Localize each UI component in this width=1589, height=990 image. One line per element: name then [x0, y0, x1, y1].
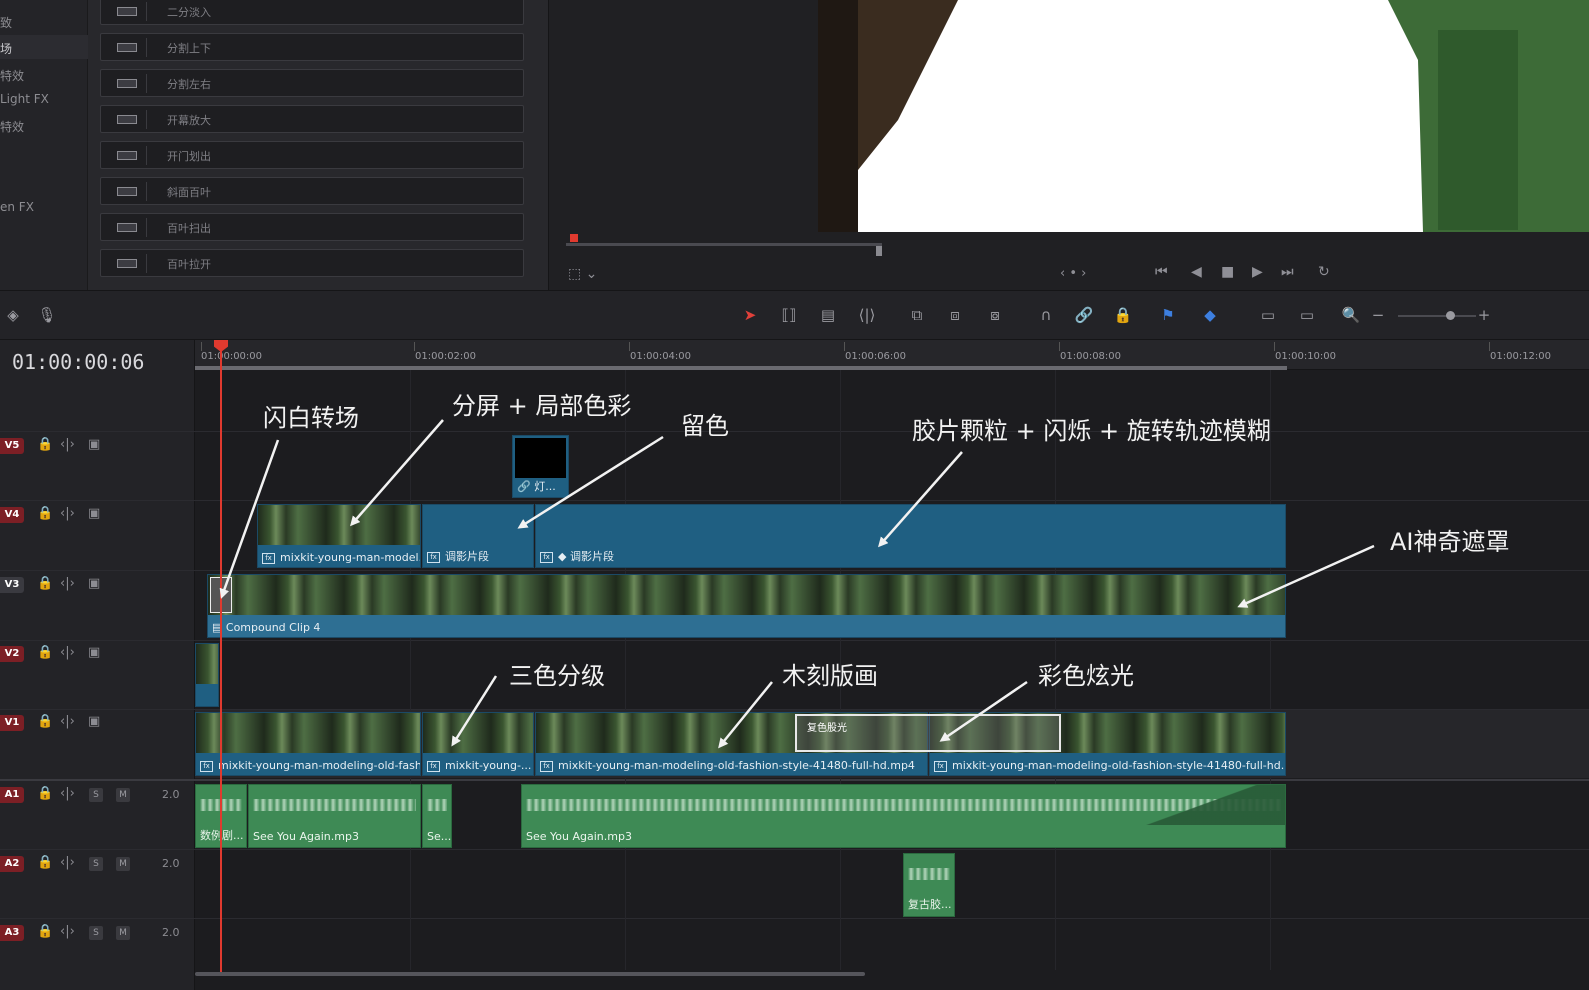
arrow-line — [350, 419, 444, 527]
arrow-line — [878, 451, 963, 548]
arrow-line — [517, 435, 664, 529]
arrow-line — [718, 681, 773, 749]
annotation-arrows — [219, 419, 1375, 749]
arrow-line — [939, 680, 1028, 742]
arrow-line — [451, 675, 498, 747]
arrow-line — [1237, 544, 1375, 608]
arrow-line — [219, 439, 280, 599]
